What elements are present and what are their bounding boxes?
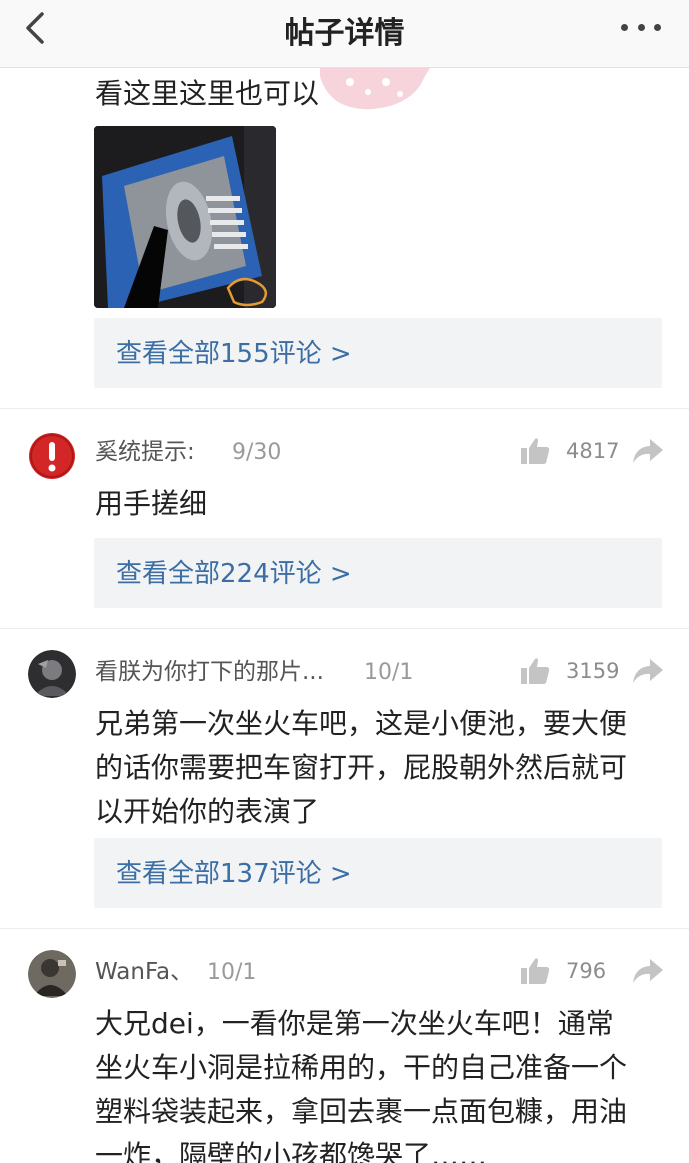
view-all-replies-button[interactable]: 查看全部224评论 >	[94, 538, 662, 608]
comment-date: 10/1	[207, 960, 257, 985]
view-all-comments-button[interactable]: 查看全部155评论 >	[94, 318, 662, 388]
comment-date: 9/30	[232, 440, 282, 465]
share-arrow-icon[interactable]	[632, 957, 664, 985]
comment-username[interactable]: WanFa、	[95, 956, 193, 988]
comment-username[interactable]: 看朕为你打下的那片...	[95, 656, 324, 688]
divider	[0, 408, 689, 409]
like-count: 796	[566, 959, 607, 983]
avatar-system-alert[interactable]	[28, 432, 76, 480]
page-title: 帖子详情	[284, 16, 405, 51]
post-photo[interactable]	[94, 126, 276, 308]
avatar-user[interactable]	[28, 950, 76, 998]
like-count: 3159	[566, 659, 620, 683]
comment-date: 10/1	[364, 660, 414, 685]
like-thumb-icon[interactable]	[520, 656, 550, 686]
alert-icon	[29, 433, 75, 479]
view-all-replies-button[interactable]: 查看全部137评论 >	[94, 838, 662, 908]
comment-text-line: 的话你需要把车窗打开，屁股朝外然后就可	[95, 751, 628, 784]
like-count: 4817	[566, 439, 620, 463]
comment-text-line: 坐火车小洞是拉稀用的，干的自己准备一个	[95, 1051, 628, 1084]
divider	[0, 928, 689, 929]
user-avatar-image	[28, 950, 76, 998]
like-thumb-icon[interactable]	[520, 956, 550, 986]
share-arrow-icon[interactable]	[632, 437, 664, 465]
comment-text-line: 塑料袋装起来，拿回去裹一点面包糠，用油	[95, 1095, 628, 1128]
squat-toilet-image	[94, 126, 276, 308]
navigation-bar: 帖子详情	[0, 0, 689, 68]
divider	[0, 628, 689, 629]
sticker-decoration-image	[320, 68, 430, 110]
comment-text: 用手搓细	[95, 487, 208, 520]
share-arrow-icon[interactable]	[632, 657, 664, 685]
comment-text-line: 兄弟第一次坐火车吧，这是小便池，要大便	[95, 707, 628, 740]
more-options-icon[interactable]	[621, 20, 661, 34]
comment-text-line: 大兄dei，一看你是第一次坐火车吧！通常	[95, 1007, 614, 1040]
view-all-replies-label: 查看全部137评论 >	[116, 859, 352, 889]
like-thumb-icon[interactable]	[520, 436, 550, 466]
avatar-user[interactable]	[28, 650, 76, 698]
comment-text-line: 一炸，隔壁的小孩都馋哭了……	[95, 1139, 488, 1163]
user-avatar-image	[28, 650, 76, 698]
view-all-replies-label: 查看全部224评论 >	[116, 559, 352, 589]
comment-username[interactable]: 奚统提示:	[95, 436, 195, 468]
post-text: 看这里这里也可以	[95, 77, 320, 110]
comment-text-line: 以开始你的表演了	[95, 795, 320, 828]
view-all-comments-label: 查看全部155评论 >	[116, 339, 352, 369]
